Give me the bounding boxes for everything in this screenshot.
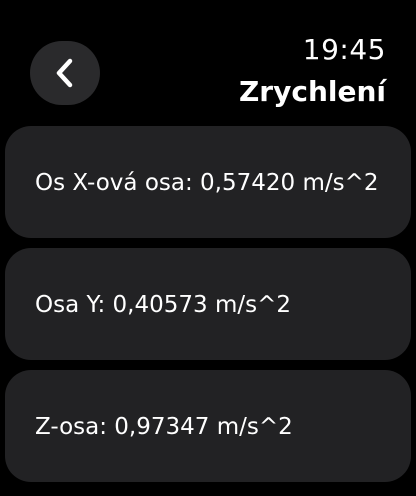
chevron-left-icon <box>55 57 75 89</box>
z-axis-reading[interactable]: Z-osa: 0,97347 m/s^2 <box>5 370 411 482</box>
header: 19:45 Zrychlení <box>0 0 416 120</box>
y-axis-reading-label: Osa Y: 0,40573 m/s^2 <box>35 292 292 318</box>
back-button[interactable] <box>30 41 100 105</box>
z-axis-reading-label: Z-osa: 0,97347 m/s^2 <box>35 414 293 440</box>
x-axis-reading[interactable]: Os X-ová osa: 0,57420 m/s^2 <box>5 126 411 238</box>
clock-time: 19:45 <box>302 33 386 66</box>
page-title: Zrychlení <box>238 75 386 108</box>
x-axis-reading-label: Os X-ová osa: 0,57420 m/s^2 <box>35 170 379 196</box>
y-axis-reading[interactable]: Osa Y: 0,40573 m/s^2 <box>5 248 411 360</box>
